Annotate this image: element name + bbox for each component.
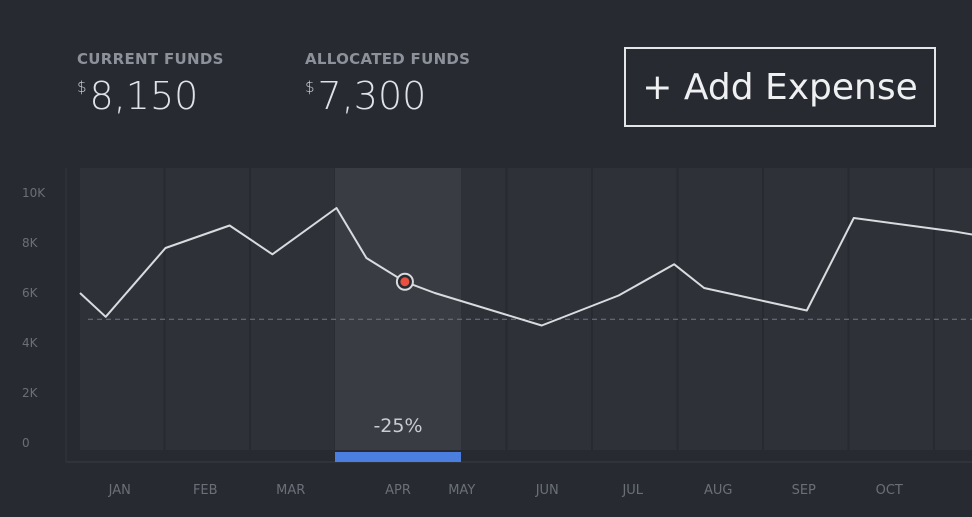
add-expense-button[interactable]: + Add Expense	[624, 47, 936, 127]
funds-line-chart: 0 2K 4K 6K 8K 10K JAN FEB MAR APR MAY JUN JUL AUG SEP O…	[22, 168, 972, 498]
highlight-bar	[335, 452, 461, 462]
x-tick-label-apr: APR	[385, 483, 411, 498]
current-funds-label: CURRENT FUNDS	[77, 50, 224, 68]
column-aug	[678, 168, 762, 450]
current-funds-amount: $ 8,150	[77, 74, 224, 118]
highlight-change-label: -25%	[373, 415, 422, 437]
column-jul	[593, 168, 677, 450]
x-tick-label-mar: MAR	[276, 483, 305, 498]
x-tick-label-jun: JUN	[535, 483, 559, 498]
current-funds-stat: CURRENT FUNDS $ 8,150	[77, 50, 224, 118]
y-tick-label: 10K	[22, 186, 46, 200]
current-funds-currency: $	[77, 78, 87, 96]
allocated-funds-amount: $ 7,300	[305, 74, 470, 118]
x-tick-label-may: MAY	[448, 483, 475, 498]
x-tick-label-jul: JUL	[621, 483, 643, 498]
y-tick-label: 0	[22, 436, 30, 450]
column-oct	[849, 168, 933, 450]
y-tick-label: 6K	[22, 286, 39, 300]
y-tick-label: 2K	[22, 386, 39, 400]
x-tick-label-oct: OCT	[876, 483, 903, 498]
column-jan	[80, 168, 164, 450]
column-jun	[507, 168, 591, 450]
allocated-funds-currency: $	[305, 78, 315, 96]
x-tick-label-jan: JAN	[108, 483, 131, 498]
column-sep	[764, 168, 848, 450]
highlight-marker-dot	[400, 277, 410, 287]
y-tick-label: 8K	[22, 236, 39, 250]
x-tick-label-sep: SEP	[792, 483, 816, 498]
column-partial	[935, 168, 972, 450]
current-funds-value: 8,150	[89, 74, 199, 118]
column-mar	[251, 168, 335, 450]
highlight-column	[335, 168, 461, 450]
x-tick-label-feb: FEB	[193, 483, 218, 498]
column-feb	[165, 168, 249, 450]
x-tick-label-aug: AUG	[704, 483, 732, 498]
allocated-funds-value: 7,300	[317, 74, 427, 118]
allocated-funds-label: ALLOCATED FUNDS	[305, 50, 471, 68]
allocated-funds-stat: ALLOCATED FUNDS $ 7,300	[305, 50, 470, 118]
y-tick-label: 4K	[22, 336, 39, 350]
